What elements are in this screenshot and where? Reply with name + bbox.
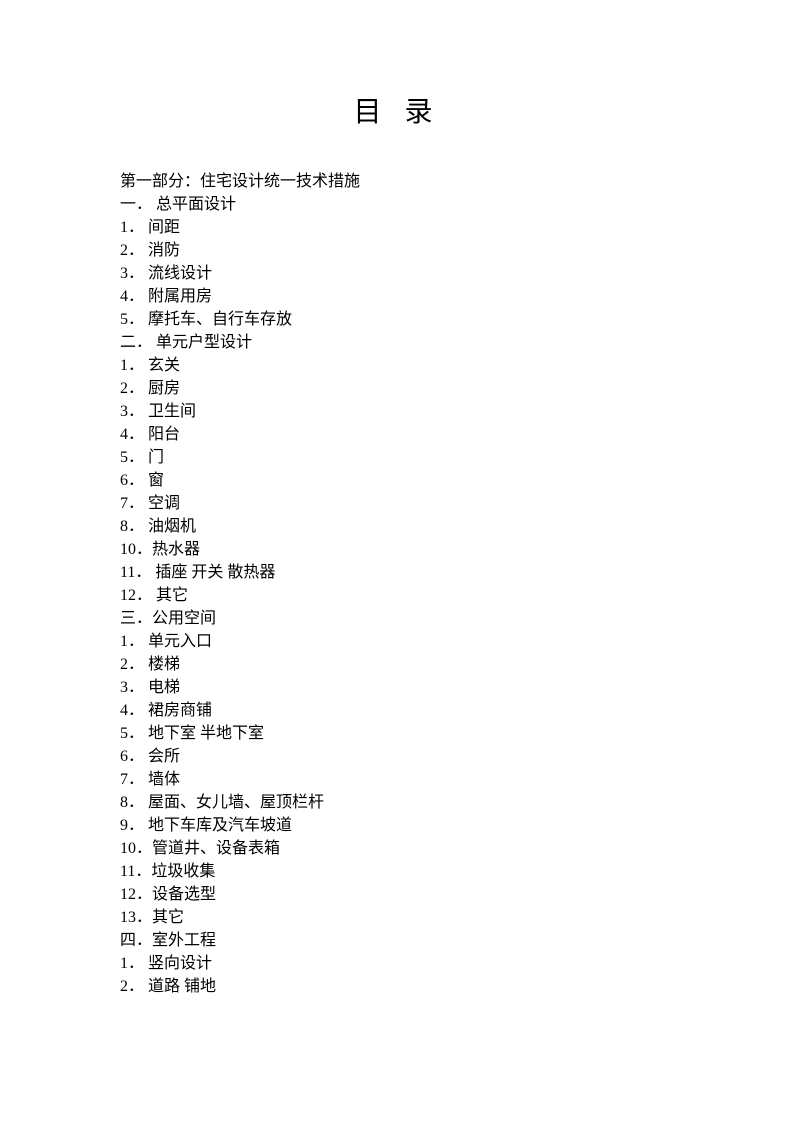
toc-line: 12． 其它 [120, 584, 674, 607]
toc-line: 3． 卫生间 [120, 400, 674, 423]
toc-line: 四．室外工程 [120, 929, 674, 952]
toc-line: 8． 屋面、女儿墙、屋顶栏杆 [120, 791, 674, 814]
toc-line: 2． 消防 [120, 239, 674, 262]
toc-line: 11．垃圾收集 [120, 860, 674, 883]
toc-line: 11． 插座 开关 散热器 [120, 561, 674, 584]
toc-line: 8． 油烟机 [120, 515, 674, 538]
toc-line: 1． 单元入口 [120, 630, 674, 653]
toc-line: 7． 空调 [120, 492, 674, 515]
toc-line: 9． 地下车库及汽车坡道 [120, 814, 674, 837]
toc-line: 三．公用空间 [120, 607, 674, 630]
toc-line: 6． 窗 [120, 469, 674, 492]
toc-line: 10．热水器 [120, 538, 674, 561]
toc-container: 第一部分：住宅设计统一技术措施一． 总平面设计1． 间距2． 消防3． 流线设计… [120, 170, 674, 998]
toc-line: 4． 裙房商铺 [120, 699, 674, 722]
toc-line: 5． 门 [120, 446, 674, 469]
toc-line: 3． 电梯 [120, 676, 674, 699]
toc-line: 3． 流线设计 [120, 262, 674, 285]
toc-line: 5． 地下室 半地下室 [120, 722, 674, 745]
toc-line: 6． 会所 [120, 745, 674, 768]
toc-line: 5． 摩托车、自行车存放 [120, 308, 674, 331]
toc-line: 12．设备选型 [120, 883, 674, 906]
page-title: 目 录 [120, 90, 674, 130]
toc-line: 7． 墙体 [120, 768, 674, 791]
toc-line: 2． 楼梯 [120, 653, 674, 676]
toc-line: 第一部分：住宅设计统一技术措施 [120, 170, 674, 193]
toc-line: 4． 阳台 [120, 423, 674, 446]
toc-line: 1． 间距 [120, 216, 674, 239]
toc-line: 一． 总平面设计 [120, 193, 674, 216]
toc-line: 10．管道井、设备表箱 [120, 837, 674, 860]
toc-line: 1． 玄关 [120, 354, 674, 377]
toc-line: 1． 竖向设计 [120, 952, 674, 975]
toc-line: 2． 厨房 [120, 377, 674, 400]
toc-line: 2． 道路 铺地 [120, 975, 674, 998]
toc-line: 二． 单元户型设计 [120, 331, 674, 354]
toc-line: 4． 附属用房 [120, 285, 674, 308]
toc-line: 13．其它 [120, 906, 674, 929]
